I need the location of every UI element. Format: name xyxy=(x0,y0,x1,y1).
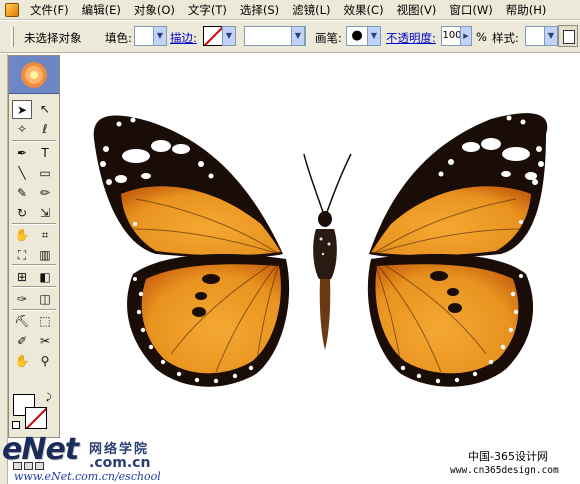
menu-bar: 文件(F) 编辑(E) 对象(O) 文字(T) 选择(S) 滤镜(L) 效果(C… xyxy=(0,0,580,20)
opacity-label-link[interactable]: 不透明度: xyxy=(386,30,436,46)
right-wing xyxy=(367,113,548,387)
style-swatch[interactable] xyxy=(525,26,545,46)
app-logo-flower-icon xyxy=(19,60,49,90)
control-bar: 未选择对象 填色: ▼ 描边: ▼ ▼ 画笔: ● ▼ 不透明度: 100 ▶ … xyxy=(0,21,580,53)
enet-url-watermark: www.eNet.com.cn/eschool xyxy=(14,470,161,483)
warp-tool-icon[interactable]: ✋ xyxy=(12,226,32,245)
menu-object[interactable]: 对象(O) xyxy=(129,0,183,20)
stroke-label-link[interactable]: 描边: xyxy=(170,30,197,46)
brush-swatch[interactable]: ● xyxy=(346,26,368,46)
fill-dropdown-arrow-icon[interactable]: ▼ xyxy=(153,26,167,46)
menu-edit[interactable]: 编辑(E) xyxy=(77,0,129,20)
rectangle-tool-icon[interactable]: ▭ xyxy=(35,164,55,183)
stroke-color-swatch[interactable] xyxy=(25,407,47,429)
menu-window[interactable]: 窗口(W) xyxy=(444,0,500,20)
left-window-edge xyxy=(0,54,8,484)
paintbrush-tool-icon[interactable]: ✎ xyxy=(12,184,32,203)
column-graph-tool-icon[interactable]: ▥ xyxy=(35,246,55,265)
symbol-sprayer-tool-icon[interactable]: ⛶ xyxy=(12,246,32,265)
menu-effect[interactable]: 效果(C) xyxy=(339,0,392,20)
scale-tool-icon[interactable]: ⇲ xyxy=(35,204,55,223)
selection-status: 未选择对象 xyxy=(24,31,82,45)
menu-type[interactable]: 文字(T) xyxy=(183,0,235,20)
direct-selection-tool-icon[interactable]: ↖ xyxy=(35,100,55,119)
hand-tool-icon[interactable]: ✋ xyxy=(12,352,32,371)
enet-domain-watermark: .com.cn xyxy=(89,455,151,471)
eyedropper-tool-icon[interactable]: ✑ xyxy=(12,290,32,309)
pen-tool-icon[interactable]: ✒ xyxy=(12,144,32,163)
magic-wand-tool-icon[interactable]: ✧ xyxy=(12,120,32,139)
window-icon xyxy=(13,462,22,470)
stroke-weight-dropdown-arrow-icon[interactable]: ▼ xyxy=(291,26,305,46)
zoom-tool-icon[interactable]: ⚲ xyxy=(35,352,55,371)
butterfly-artwork xyxy=(93,113,548,387)
opacity-arrow-icon[interactable]: ▶ xyxy=(460,26,472,46)
taskbar-icons xyxy=(13,460,53,470)
toolbox-header xyxy=(9,56,59,94)
menu-select[interactable]: 选择(S) xyxy=(235,0,287,20)
tool-separator xyxy=(12,140,56,142)
swap-fill-stroke-icon[interactable]: ⤸ xyxy=(46,393,51,403)
toolbar-grip[interactable] xyxy=(11,27,14,47)
live-paint-bucket-tool-icon[interactable]: ⛏ xyxy=(12,312,32,331)
butterfly-body xyxy=(303,153,352,350)
blend-tool-icon[interactable]: ◫ xyxy=(35,290,55,309)
opacity-percent: % xyxy=(476,30,487,44)
free-transform-tool-icon[interactable]: ⌗ xyxy=(35,226,55,245)
window-icon xyxy=(35,462,44,470)
style-label: 样式: xyxy=(492,31,519,45)
fill-label: 填色: xyxy=(105,31,132,45)
live-paint-selection-tool-icon[interactable]: ⬚ xyxy=(35,312,55,331)
pencil-tool-icon[interactable]: ✏ xyxy=(35,184,55,203)
menu-help[interactable]: 帮助(H) xyxy=(501,0,555,20)
brush-label: 画笔: xyxy=(315,31,342,45)
fill-swatch[interactable] xyxy=(134,26,154,46)
tool-separator xyxy=(12,223,56,225)
line-tool-icon[interactable]: ╲ xyxy=(12,164,32,183)
lasso-tool-icon[interactable]: ℓ xyxy=(35,120,55,139)
artboard-canvas[interactable] xyxy=(61,54,580,484)
tool-separator xyxy=(12,264,56,266)
scissors-tool-icon[interactable]: ✂ xyxy=(35,332,55,351)
left-wing xyxy=(93,115,290,387)
cn365-url-watermark: www.cn365design.com xyxy=(450,465,559,476)
cn365-watermark: 中国-365设计网 xyxy=(468,450,548,463)
menu-view[interactable]: 视图(V) xyxy=(392,0,445,20)
app-icon[interactable] xyxy=(5,2,19,17)
window-icon xyxy=(24,462,33,470)
selection-tool-icon[interactable]: ➤ xyxy=(12,100,32,119)
brush-dropdown-arrow-icon[interactable]: ▼ xyxy=(367,26,381,46)
rotate-tool-icon[interactable]: ↻ xyxy=(12,204,32,223)
tool-separator xyxy=(12,286,56,288)
stroke-none-swatch[interactable] xyxy=(203,26,223,46)
document-setup-icon[interactable] xyxy=(558,25,578,47)
toolbox-panel: ➤ ↖ ✧ ℓ ✒ T ╲ ▭ ✎ ✏ ↻ ⇲ ✋ ⌗ ⛶ ▥ ⊞ ◧ ✑ ◫ ⛏ ⬚ ✐ ✂ ✋ ⚲ ⤸ xyxy=(8,55,60,438)
type-tool-icon[interactable]: T xyxy=(35,144,55,163)
style-dropdown-arrow-icon[interactable]: ▼ xyxy=(544,26,558,46)
menu-filter[interactable]: 滤镜(L) xyxy=(287,0,338,20)
slice-tool-icon[interactable]: ✐ xyxy=(12,332,32,351)
tool-separator xyxy=(12,309,56,311)
default-colors-icon[interactable] xyxy=(12,421,20,429)
mesh-tool-icon[interactable]: ⊞ xyxy=(12,268,32,287)
stroke-dropdown-arrow-icon[interactable]: ▼ xyxy=(222,26,236,46)
menu-file[interactable]: 文件(F) xyxy=(25,0,77,20)
gradient-tool-icon[interactable]: ◧ xyxy=(35,268,55,287)
